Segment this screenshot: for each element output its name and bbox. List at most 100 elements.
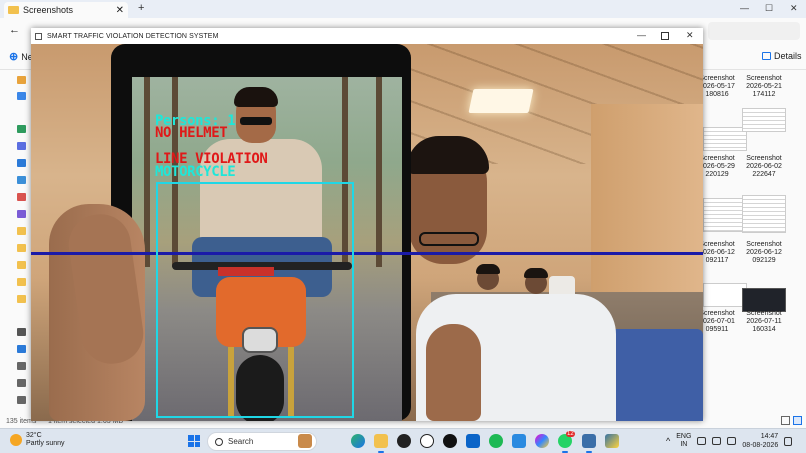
desktop-icon[interactable] <box>17 159 26 167</box>
date: 08-08-2026 <box>742 442 779 449</box>
cat-widget-icon[interactable] <box>298 434 312 448</box>
tiles-view-icon[interactable] <box>793 416 802 425</box>
tree-trunk <box>376 77 382 267</box>
dell-icon[interactable] <box>443 434 457 448</box>
background-person-hair <box>476 264 500 274</box>
file-date: 2026-05-21 <box>746 83 782 90</box>
new-button[interactable]: ⊕ Ne <box>9 50 33 63</box>
file-explorer-icon[interactable] <box>374 434 388 453</box>
window-title-bar[interactable]: SMART TRAFFIC VIOLATION DETECTION SYSTEM… <box>31 28 703 44</box>
tab-close-button[interactable]: ✕ <box>116 5 124 16</box>
ceiling-light <box>468 89 534 113</box>
maximize-button[interactable] <box>661 32 669 40</box>
camera-feed: Persons: 1 NO HELMET LINE VIOLATION MOTO… <box>31 44 703 421</box>
folder-icon[interactable] <box>17 227 26 235</box>
music-icon[interactable] <box>17 193 26 201</box>
notification-icon[interactable] <box>784 436 793 446</box>
outlook-icon[interactable] <box>466 434 480 448</box>
minimize-button[interactable]: — <box>637 30 646 40</box>
edge-icon[interactable] <box>351 434 365 448</box>
folder-icon[interactable] <box>17 244 26 252</box>
file-thumbnail[interactable]: Screenshot 2026-05-21 174112 <box>735 75 793 99</box>
file-time: 222647 <box>752 171 776 178</box>
drive-icon[interactable] <box>17 396 26 404</box>
sunglasses <box>240 117 272 125</box>
windows-logo-icon <box>188 435 194 441</box>
notification-badge: 12 <box>566 431 575 437</box>
pictures-icon[interactable] <box>17 176 26 184</box>
details-view-icon[interactable] <box>781 416 790 425</box>
folder-icon <box>8 6 19 14</box>
file-thumbnail[interactable]: Screenshot 2026-06-02 222647 <box>735 155 793 179</box>
drive-icon[interactable] <box>17 328 26 336</box>
documents-icon[interactable] <box>17 142 26 150</box>
tab-title: Screenshots <box>23 5 74 15</box>
back-button[interactable]: ← <box>9 24 20 36</box>
clock[interactable]: 14:47 08-08-2026 <box>742 432 778 450</box>
person-hair <box>407 136 489 174</box>
search-box[interactable] <box>708 22 800 40</box>
python-icon[interactable] <box>605 434 619 448</box>
downloads-icon[interactable] <box>17 125 26 133</box>
plus-icon: ⊕ <box>9 51 19 63</box>
this-pc-icon[interactable] <box>17 345 26 353</box>
app-window-icon <box>35 32 42 40</box>
hand <box>426 324 481 421</box>
file-name: Screenshot <box>746 155 782 162</box>
file-date: 2026-07-11 <box>746 318 782 325</box>
maximize-button[interactable]: ☐ <box>765 3 773 14</box>
window-title: SMART TRAFFIC VIOLATION DETECTION SYSTEM <box>47 32 219 40</box>
file-preview-image <box>742 288 786 312</box>
sun-icon <box>10 434 22 446</box>
tree-trunk <box>144 77 150 267</box>
spotify-icon[interactable] <box>489 434 503 448</box>
folder-icon[interactable] <box>17 295 26 303</box>
taskbar: 32°C Partly sunny Search 12 ^ ENG IN 14:… <box>0 428 806 453</box>
glasses <box>419 232 479 246</box>
minimize-button[interactable]: — <box>740 3 749 13</box>
start-button[interactable] <box>188 435 200 447</box>
close-button[interactable]: ✕ <box>790 3 798 14</box>
violation-line <box>31 252 703 255</box>
file-thumbnail[interactable]: Screenshot 2026-06-12 092129 <box>735 241 793 265</box>
github-icon[interactable] <box>397 434 411 448</box>
time: 14:47 <box>760 433 779 440</box>
system-tray: ^ ENG IN 14:47 08-08-2026 <box>666 432 793 450</box>
volume-icon[interactable] <box>712 437 722 445</box>
rider-hair <box>234 87 278 107</box>
chatgpt-icon[interactable] <box>420 434 434 448</box>
close-button[interactable]: ✕ <box>686 30 694 41</box>
detection-bounding-box <box>156 182 354 418</box>
no-helmet-label: NO HELMET <box>155 125 228 141</box>
details-button[interactable]: Details <box>762 51 802 61</box>
active-app-icon[interactable] <box>582 434 596 453</box>
wall <box>591 104 703 324</box>
details-pane-icon <box>762 52 771 60</box>
details-label: Details <box>774 51 802 61</box>
wifi-icon[interactable] <box>697 437 707 445</box>
file-preview-image <box>742 108 786 132</box>
file-name: Screenshot <box>746 310 782 317</box>
file-time: 160314 <box>752 326 776 333</box>
copilot-icon[interactable] <box>535 434 549 448</box>
battery-icon[interactable] <box>727 437 737 445</box>
tab-screenshots[interactable]: Screenshots ✕ <box>4 2 128 18</box>
folder-icon[interactable] <box>17 278 26 286</box>
region-code: IN <box>680 441 688 448</box>
chevron-up-icon[interactable]: ^ <box>666 436 670 446</box>
vscode-icon[interactable] <box>512 434 526 448</box>
new-tab-button[interactable]: + <box>138 2 144 14</box>
file-date: 2026-06-02 <box>746 163 782 170</box>
weather-widget[interactable]: 32°C Partly sunny <box>10 432 65 448</box>
language-indicator[interactable]: ENG IN <box>676 433 691 449</box>
gallery-icon[interactable] <box>17 92 26 100</box>
home-icon[interactable] <box>17 76 26 84</box>
drive-icon[interactable] <box>17 362 26 370</box>
folder-icon[interactable] <box>17 261 26 269</box>
file-thumbnail[interactable]: Screenshot 2026-07-11 160314 <box>735 310 793 334</box>
file-preview-image <box>742 195 786 233</box>
vehicle-class-label: MOTORCYCLE <box>155 164 236 180</box>
videos-icon[interactable] <box>17 210 26 218</box>
drive-icon[interactable] <box>17 379 26 387</box>
file-preview-image <box>703 127 747 151</box>
